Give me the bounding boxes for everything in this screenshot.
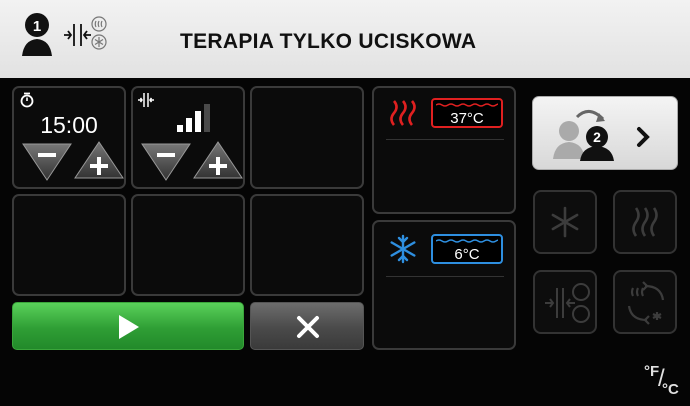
patient-number: 1 <box>33 18 41 35</box>
compression-cold-heat-mode-button[interactable] <box>533 270 597 334</box>
empty-cell <box>250 194 364 296</box>
contrast-cycle-icon <box>627 281 665 325</box>
heat-wave-line <box>436 103 498 107</box>
divider <box>386 139 504 140</box>
main-panel: 15:00 37°C 6°C 2 °F / °C <box>0 78 690 406</box>
heat-temperature-display: 37°C <box>431 98 503 128</box>
cold-wave-line <box>436 239 498 243</box>
cold-temperature-value: 6°C <box>454 246 480 263</box>
compression-icon <box>64 24 91 46</box>
divider <box>386 276 504 277</box>
timer-value: 15:00 <box>40 112 98 138</box>
patient-compression-icon: 1 <box>22 13 107 56</box>
switch-patient-button[interactable]: 2 <box>532 96 678 170</box>
header-bar: 1 TERAPIA TYLKO UCISKOWA <box>0 0 690 78</box>
heat-panel[interactable]: 37°C <box>372 86 516 214</box>
contrast-cycle-mode-button[interactable] <box>613 270 677 334</box>
heat-temperature-value: 37°C <box>450 110 484 127</box>
cold-mode-button[interactable] <box>533 190 597 254</box>
timer-increase-button[interactable] <box>72 140 126 182</box>
timer-decrease-button[interactable] <box>20 140 74 182</box>
timer-icon <box>20 92 34 108</box>
temperature-unit-toggle[interactable]: °F / °C <box>640 363 686 403</box>
play-icon <box>119 315 139 339</box>
snowflake-icon <box>91 34 107 50</box>
pressure-cell <box>131 86 245 189</box>
pressure-level-bar <box>204 104 210 132</box>
pressure-level-bar <box>186 118 192 132</box>
empty-cell <box>131 194 245 296</box>
compression-cold-heat-icon <box>545 283 590 323</box>
pressure-level-bar <box>177 125 183 132</box>
pressure-decrease-button[interactable] <box>139 140 193 182</box>
cancel-button[interactable] <box>250 302 364 350</box>
empty-cell <box>250 86 364 189</box>
heat-waves-icon <box>390 100 416 126</box>
heat-mode-icon <box>632 207 658 237</box>
fahrenheit-label: °F <box>644 363 660 380</box>
compression-icon <box>138 93 154 107</box>
switch-patient-number: 2 <box>593 129 601 145</box>
heat-mode-button[interactable] <box>613 190 677 254</box>
close-icon <box>297 316 319 338</box>
empty-cell <box>12 194 126 296</box>
cold-panel[interactable]: 6°C <box>372 220 516 350</box>
start-button[interactable] <box>12 302 244 350</box>
pressure-increase-button[interactable] <box>191 140 245 182</box>
pressure-level-indicator <box>177 104 210 132</box>
pressure-level-bar <box>195 111 201 132</box>
timer-cell: 15:00 <box>12 86 126 189</box>
cold-temperature-display: 6°C <box>431 234 503 264</box>
snowflake-icon <box>390 234 416 264</box>
page-title: TERAPIA TYLKO UCISKOWA <box>180 30 477 53</box>
switch-patient-icon: 2 <box>553 110 650 161</box>
celsius-label: °C <box>662 381 679 398</box>
heat-icon <box>91 16 107 32</box>
cold-mode-icon <box>551 206 579 238</box>
